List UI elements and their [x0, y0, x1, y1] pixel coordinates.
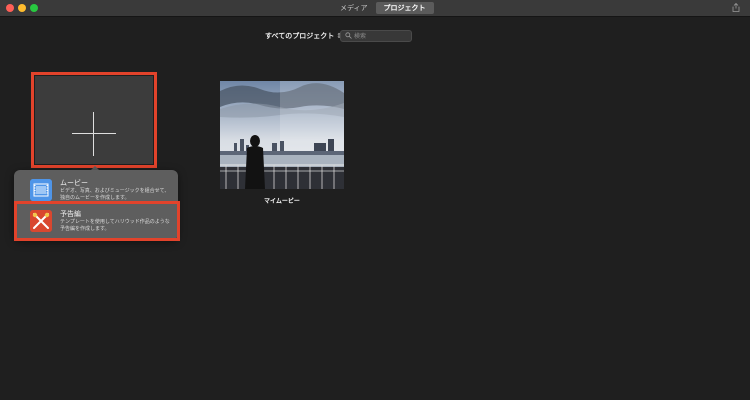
zoom-window-button[interactable] — [30, 4, 38, 12]
search-icon — [345, 32, 352, 39]
view-segmented-control: メディア プロジェクト — [332, 2, 434, 14]
tab-media[interactable]: メディア — [332, 2, 376, 14]
highlight-frame-new-project — [31, 72, 157, 168]
project-filter-label: すべてのプロジェクト — [265, 32, 335, 40]
movie-description: ビデオ、写真、およびミュージックを組合せて、独自のムービーを作成します。 — [60, 188, 170, 201]
movie-title: ムービー — [60, 179, 88, 187]
highlight-frame-trailer — [14, 201, 180, 241]
film-icon — [30, 179, 52, 201]
tab-projects[interactable]: プロジェクト — [375, 2, 434, 14]
window-titlebar: メディア プロジェクト — [0, 0, 750, 17]
minimize-window-button[interactable] — [18, 4, 26, 12]
project-thumbnail[interactable] — [220, 81, 344, 189]
project-title: マイムービー — [264, 198, 300, 205]
search-input[interactable] — [354, 31, 408, 41]
search-field[interactable] — [340, 30, 412, 42]
share-icon[interactable] — [732, 3, 740, 12]
projects-toolbar: すべてのプロジェクト⇕ — [0, 28, 750, 48]
close-window-button[interactable] — [6, 4, 14, 12]
project-filter-select[interactable]: すべてのプロジェクト⇕ — [265, 31, 342, 41]
